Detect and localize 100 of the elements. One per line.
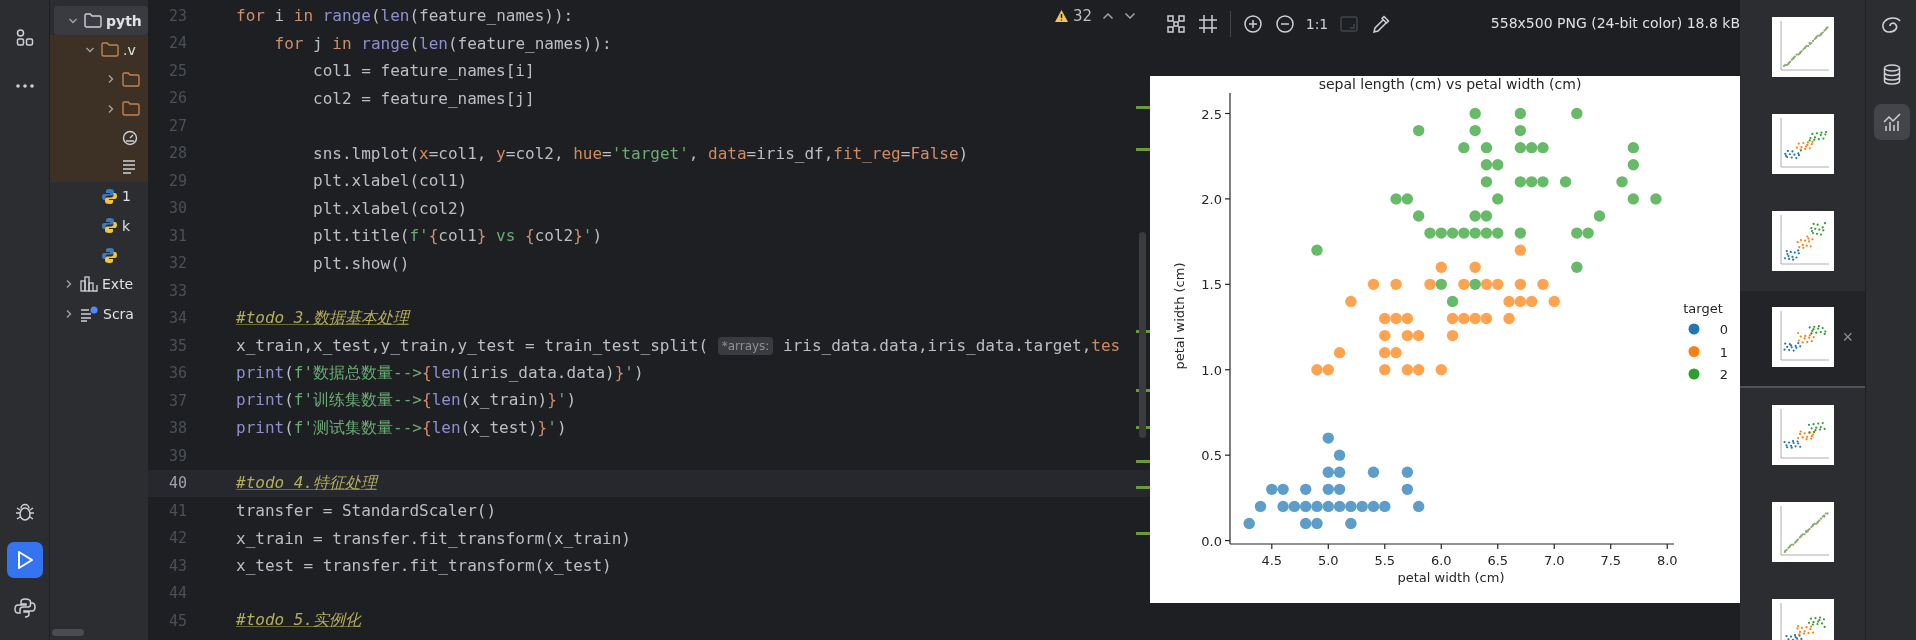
data-point [1322, 500, 1334, 513]
code-text: for i in range(len(feature_names)): [236, 6, 574, 26]
data-point [1288, 500, 1301, 513]
data-point [1322, 364, 1334, 376]
data-point [1367, 500, 1380, 513]
chevron-icon[interactable] [64, 279, 74, 290]
tree-item[interactable] [50, 152, 148, 182]
tree-item-label: k [122, 217, 131, 234]
tree-item[interactable]: k [50, 211, 148, 241]
data-point [1571, 107, 1583, 120]
tree-item-label: pyth [106, 12, 142, 29]
grid-icon [1198, 14, 1218, 34]
chart-thumbnail[interactable] [1771, 405, 1834, 468]
gauge-icon [122, 129, 138, 146]
bug-icon [13, 501, 36, 523]
data-point [1458, 278, 1470, 291]
tree-item[interactable]: pyth [54, 6, 148, 36]
data-point [1243, 517, 1255, 530]
code-text: col1 = feature_names[i] [312, 61, 535, 81]
data-point [1390, 312, 1402, 325]
data-point [1379, 312, 1391, 325]
data-point [1333, 346, 1346, 359]
code-text: #todo 5.实例化 [236, 610, 362, 632]
data-point [1277, 500, 1289, 513]
code-text: print(f'训练集数量-->{len(x_train)}') [236, 390, 577, 412]
structure-icon [14, 28, 35, 48]
data-point [1401, 466, 1414, 478]
axis-label: petal width (cm) [1172, 262, 1187, 370]
data-point [1446, 329, 1459, 342]
folder-icon [101, 42, 119, 58]
warning-icon[interactable] [1053, 9, 1069, 23]
data-point [1390, 346, 1402, 359]
python-icon [13, 597, 36, 619]
chevron-icon[interactable] [106, 103, 116, 114]
image-info: 558x500 PNG (24-bit color) 18.8 kB [1490, 14, 1740, 31]
code-text: col2 = feature_names[j] [312, 88, 535, 108]
data-point [1300, 483, 1312, 496]
tick-label: 8.0 [1656, 553, 1678, 568]
tree-item[interactable]: Exte [50, 269, 148, 299]
tree-item[interactable]: Scra [50, 298, 148, 329]
code-text: x_train = transfer.fit_transform(x_train) [236, 528, 631, 548]
data-point [1492, 193, 1504, 205]
data-point [1424, 227, 1436, 239]
data-point [1492, 159, 1504, 171]
tick-label: 7.0 [1543, 553, 1565, 568]
actual-size-button[interactable]: 1:1 [1303, 10, 1331, 38]
spiral-icon [1880, 16, 1903, 36]
parameter-hint: *arrays: [717, 336, 774, 355]
zoom-out-icon [1275, 14, 1295, 34]
tree-item[interactable]: 1 [50, 181, 148, 212]
tick-label: 2.0 [1201, 191, 1222, 207]
data-point [1379, 364, 1391, 376]
data-point [1537, 278, 1549, 291]
previous-highlight-icon[interactable] [1102, 12, 1114, 20]
tick-label: 6.5 [1487, 553, 1509, 568]
chart-thumbnail[interactable] [1771, 211, 1834, 274]
scatter-plot-drawing [1771, 307, 1834, 367]
chart-thumbnail[interactable] [1771, 17, 1834, 80]
data-point [1333, 466, 1346, 478]
data-point [1345, 500, 1357, 513]
data-point [1412, 500, 1425, 513]
data-point [1469, 210, 1481, 222]
scatter-plot-drawing [1771, 211, 1834, 271]
warning-count[interactable]: 32 [1072, 7, 1092, 25]
data-point [1311, 244, 1323, 256]
data-point [1300, 517, 1312, 530]
data-point [1514, 227, 1527, 239]
code-text: print(f'数据总数量-->{len(iris_data.data)}') [236, 362, 644, 384]
tree-item[interactable]: .v [50, 35, 148, 65]
data-point [1333, 500, 1346, 513]
data-point [1412, 329, 1425, 342]
scrollbar-thumb[interactable] [52, 629, 84, 636]
chart-thumbnail[interactable] [1771, 307, 1834, 370]
data-point [1401, 312, 1414, 325]
tick-label: 6.0 [1430, 553, 1452, 568]
tick-label: 0.5 [1201, 448, 1222, 464]
axis-label: petal width (cm) [1397, 570, 1505, 585]
tree-item-label: Scra [103, 305, 134, 322]
data-point [1492, 278, 1504, 291]
data-point [1458, 312, 1470, 325]
data-point [1333, 449, 1346, 461]
more-icon [14, 83, 35, 89]
chart-thumbnail[interactable] [1771, 114, 1834, 177]
data-point [1514, 141, 1527, 154]
plots-button[interactable] [1873, 104, 1910, 140]
close-button[interactable]: × [1840, 327, 1855, 348]
chevron-icon[interactable] [106, 74, 116, 85]
scrollbar-thumb[interactable] [1139, 232, 1146, 438]
code-text: #todo 3.数据基本处理 [236, 307, 410, 329]
chart-thumbnail[interactable] [1771, 502, 1834, 565]
data-point [1571, 227, 1583, 239]
data-point [1514, 278, 1527, 291]
chevron-icon[interactable] [64, 308, 74, 319]
data-point [1401, 483, 1414, 496]
data-point [1627, 141, 1640, 154]
next-highlight-icon[interactable] [1124, 12, 1136, 20]
run-button[interactable] [6, 542, 43, 578]
code-text: print(f'测试集数量-->{len(x_test)}') [236, 417, 567, 439]
scratch-file-icon [80, 305, 99, 322]
python-file-icon [101, 187, 118, 205]
